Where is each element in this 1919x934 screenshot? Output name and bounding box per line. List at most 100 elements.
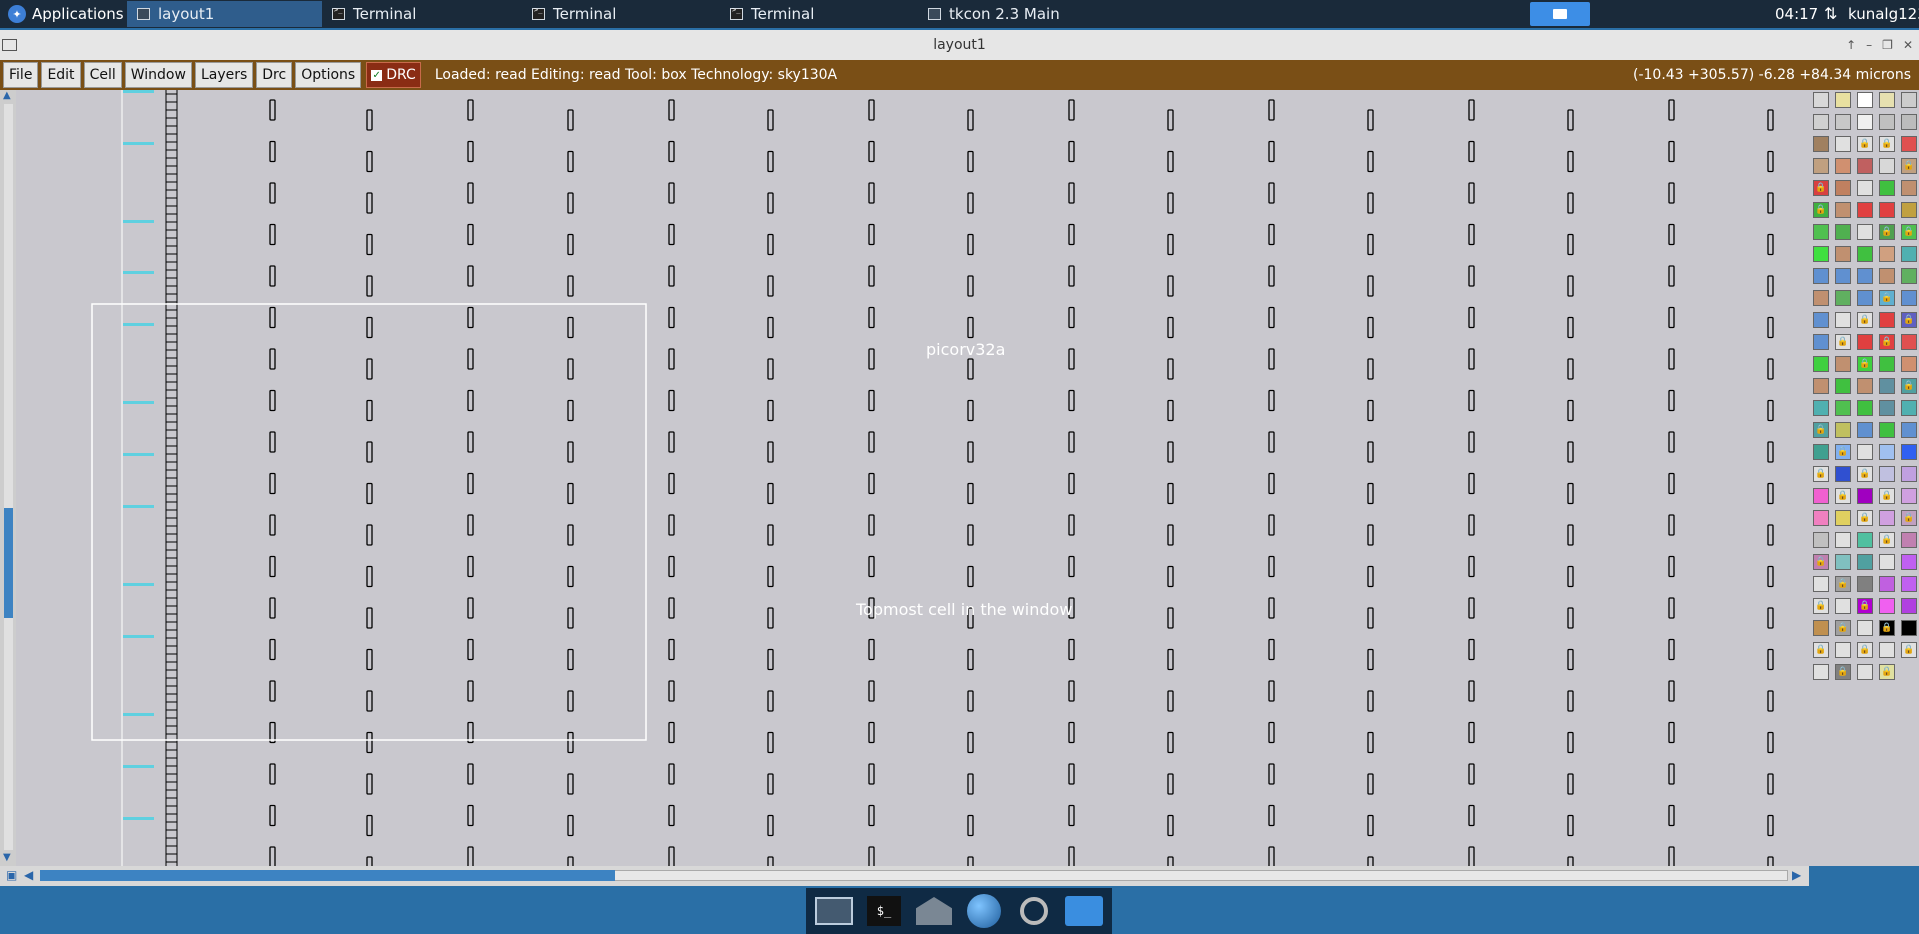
layer-swatch[interactable] [1813,246,1829,262]
window-menu-icon[interactable] [2,39,17,51]
layer-swatch[interactable] [1857,664,1873,680]
drc-toggle[interactable]: ✓ DRC [366,62,421,88]
layer-swatch[interactable] [1835,378,1851,394]
clock[interactable]: 04:17 [1775,5,1818,23]
layer-swatch[interactable] [1901,488,1917,504]
layer-swatch[interactable] [1857,224,1873,240]
layer-swatch[interactable] [1813,400,1829,416]
layer-swatch[interactable]: 🔒 [1835,444,1851,460]
vertical-scroll-thumb[interactable] [4,508,13,618]
layer-swatch[interactable] [1813,92,1829,108]
layer-swatch[interactable] [1835,510,1851,526]
layer-swatch[interactable]: 🔒 [1879,290,1895,306]
layer-swatch[interactable] [1879,400,1895,416]
layer-swatch[interactable] [1813,224,1829,240]
layer-swatch[interactable] [1813,268,1829,284]
minimize-button[interactable]: – [1866,30,1872,60]
layer-swatch[interactable] [1879,356,1895,372]
layer-swatch[interactable] [1879,312,1895,328]
layer-swatch[interactable] [1835,466,1851,482]
layer-swatch[interactable] [1835,224,1851,240]
layer-swatch[interactable] [1813,378,1829,394]
window-titlebar[interactable]: layout1 ↑ – ❐ ✕ [0,30,1919,60]
layer-swatch[interactable]: 🔒 [1857,356,1873,372]
layer-swatch[interactable] [1879,180,1895,196]
layer-swatch[interactable] [1901,400,1917,416]
layer-swatch[interactable]: 🔒 [1901,510,1917,526]
layer-swatch[interactable] [1857,180,1873,196]
layer-swatch[interactable] [1901,576,1917,592]
layer-swatch[interactable] [1835,290,1851,306]
layer-swatch[interactable]: 🔒 [1857,598,1873,614]
monitor-icon[interactable] [812,891,856,931]
layer-swatch[interactable] [1879,268,1895,284]
layer-swatch[interactable]: 🔒 [1857,136,1873,152]
search-icon[interactable] [1012,891,1056,931]
menu-options[interactable]: Options [295,62,362,88]
layer-swatch[interactable]: 🔒 [1857,466,1873,482]
layer-swatch[interactable] [1813,576,1829,592]
layer-swatch[interactable] [1857,114,1873,130]
layer-swatch[interactable] [1901,554,1917,570]
layer-swatch[interactable] [1813,664,1829,680]
layer-swatch[interactable] [1901,334,1917,350]
layer-swatch[interactable]: 🔒 [1879,488,1895,504]
layer-swatch[interactable] [1901,356,1917,372]
layer-swatch[interactable] [1879,510,1895,526]
layer-swatch[interactable]: 🔒 [1901,642,1917,658]
layer-swatch[interactable] [1813,312,1829,328]
task-tkcon[interactable]: tkcon 2.3 Main [918,1,1118,27]
scroll-left-icon[interactable]: ◀ [24,868,33,882]
layer-swatch[interactable] [1857,444,1873,460]
layer-swatch[interactable] [1835,202,1851,218]
layer-swatch[interactable] [1879,598,1895,614]
layer-swatch[interactable] [1835,92,1851,108]
layer-swatch[interactable]: 🔒 [1813,180,1829,196]
layer-swatch[interactable]: 🔒 [1835,576,1851,592]
layer-swatch[interactable] [1813,356,1829,372]
layer-swatch[interactable] [1835,158,1851,174]
layer-swatch[interactable]: 🔒 [1835,620,1851,636]
layer-swatch[interactable] [1835,114,1851,130]
vertical-scrollbar[interactable]: ▲ ▼ [0,90,16,866]
layer-swatch[interactable] [1835,554,1851,570]
layer-swatch[interactable] [1879,158,1895,174]
menu-edit[interactable]: Edit [41,62,81,88]
layer-swatch[interactable] [1901,92,1917,108]
layer-swatch[interactable]: 🔒 [1901,312,1917,328]
layer-swatch[interactable] [1857,400,1873,416]
layer-swatch[interactable]: 🔒 [1901,158,1917,174]
layer-swatch[interactable] [1901,290,1917,306]
scroll-right-icon[interactable]: ▶ [1792,868,1801,882]
layer-swatch[interactable] [1813,114,1829,130]
task-terminal-3[interactable]: Terminal [720,1,915,27]
layer-swatch[interactable] [1813,488,1829,504]
layer-swatch[interactable] [1813,532,1829,548]
layer-swatch[interactable] [1901,532,1917,548]
layer-swatch[interactable] [1835,180,1851,196]
workspace-switcher[interactable] [1530,2,1590,26]
layer-swatch[interactable] [1901,180,1917,196]
layer-swatch[interactable] [1901,202,1917,218]
layer-swatch[interactable] [1879,92,1895,108]
layer-swatch[interactable] [1813,510,1829,526]
layer-swatch[interactable] [1901,598,1917,614]
home-folder-icon[interactable] [912,891,956,931]
layer-swatch[interactable] [1901,136,1917,152]
layer-swatch[interactable] [1857,246,1873,262]
layer-swatch[interactable] [1879,422,1895,438]
layer-swatch[interactable] [1835,246,1851,262]
layer-swatch[interactable] [1879,202,1895,218]
layer-swatch[interactable]: 🔒 [1901,378,1917,394]
layer-swatch[interactable] [1901,466,1917,482]
layer-swatch[interactable] [1835,642,1851,658]
layer-swatch[interactable] [1857,378,1873,394]
layer-swatch[interactable]: 🔒 [1813,554,1829,570]
layer-swatch[interactable] [1813,444,1829,460]
layer-swatch[interactable]: 🔒 [1879,664,1895,680]
layer-swatch[interactable] [1879,444,1895,460]
layer-swatch[interactable] [1813,620,1829,636]
terminal-icon[interactable]: $_ [862,891,906,931]
layer-swatch[interactable] [1879,378,1895,394]
menu-window[interactable]: Window [124,62,192,88]
